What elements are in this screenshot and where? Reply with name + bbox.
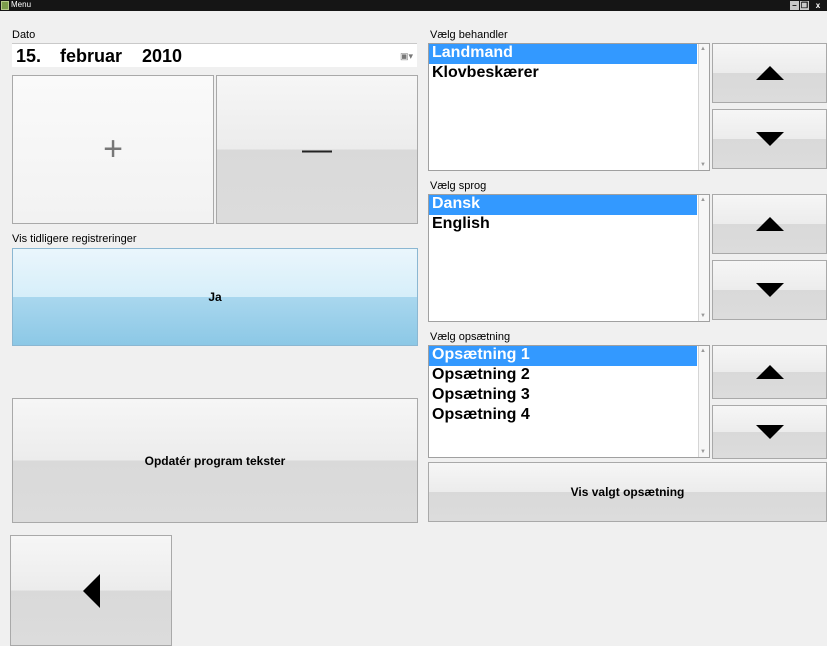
scroll-down-icon[interactable]: ▼ [700,449,706,455]
maximize-button[interactable]: ❐ [800,1,809,10]
scroll-up-icon[interactable]: ▲ [700,348,706,354]
close-button[interactable]: x [811,1,825,10]
scroll-up-icon[interactable]: ▲ [700,46,706,52]
app-icon [1,1,9,10]
update-program-texts-label: Opdatér program tekster [144,453,286,468]
arrow-up-icon [755,217,784,231]
setup-listbox[interactable]: Opsætning 1 Opsætning 2 Opsætning 3 Opsæ… [428,345,710,458]
arrow-up-icon [755,365,784,379]
date-picker[interactable]: 15. februar 2010 ▣▾ [12,43,417,67]
treater-option-landmand[interactable]: Landmand [429,44,697,64]
language-down-button[interactable] [712,260,827,320]
scroll-up-icon[interactable]: ▲ [700,197,706,203]
language-scrollbar[interactable]: ▲ ▼ [698,195,709,321]
setup-option-4[interactable]: Opsætning 4 [429,406,709,426]
arrow-down-icon [755,283,784,297]
title-bar [0,0,827,11]
setup-option-3[interactable]: Opsætning 3 [429,386,709,406]
setup-option-1[interactable]: Opsætning 1 [429,346,697,366]
setup-down-button[interactable] [712,405,827,459]
plus-icon: + [103,130,123,168]
setup-up-button[interactable] [712,345,827,399]
date-label: Dato [12,29,36,41]
decrement-button[interactable]: — [216,75,418,224]
treater-listbox[interactable]: Landmand Klovbeskærer ▲ ▼ [428,43,710,171]
language-option-english[interactable]: English [429,215,709,235]
date-year[interactable]: 2010 [142,46,182,66]
arrow-down-icon [755,425,784,439]
date-month[interactable]: februar [60,46,122,66]
scroll-down-icon[interactable]: ▼ [700,162,706,168]
language-label: Vælg sprog [430,180,487,192]
arrow-down-icon [755,132,784,146]
increment-button[interactable]: + [12,75,214,224]
treater-option-klovbeskaerer[interactable]: Klovbeskærer [429,64,709,84]
treater-up-button[interactable] [712,43,827,103]
treater-label: Vælg behandler [430,29,508,41]
minus-icon: — [302,132,332,166]
show-selected-setup-button[interactable]: Vis valgt opsætning [428,462,827,522]
language-up-button[interactable] [712,194,827,254]
show-selected-setup-label: Vis valgt opsætning [570,485,685,499]
window-title: Menu [11,0,32,9]
show-previous-registrations-button[interactable]: Ja [12,248,418,346]
date-day[interactable]: 15. [16,46,41,66]
previous-registrations-label: Vis tidligere registreringer [12,233,137,245]
setup-option-2[interactable]: Opsætning 2 [429,366,709,386]
arrow-left-icon [82,573,100,608]
update-program-texts-button[interactable]: Opdatér program tekster [12,398,418,523]
show-previous-registrations-button-label: Ja [208,290,222,304]
treater-down-button[interactable] [712,109,827,169]
language-listbox[interactable]: Dansk English ▲ ▼ [428,194,710,322]
setup-scrollbar[interactable]: ▲ ▼ [698,346,709,457]
arrow-up-icon [755,66,784,80]
scroll-down-icon[interactable]: ▼ [700,313,706,319]
minimize-button[interactable]: – [790,1,799,10]
treater-scrollbar[interactable]: ▲ ▼ [698,44,709,170]
back-button[interactable] [10,535,172,646]
language-option-dansk[interactable]: Dansk [429,195,697,215]
calendar-dropdown-icon[interactable]: ▣▾ [400,51,413,61]
setup-label: Vælg opsætning [430,331,511,343]
